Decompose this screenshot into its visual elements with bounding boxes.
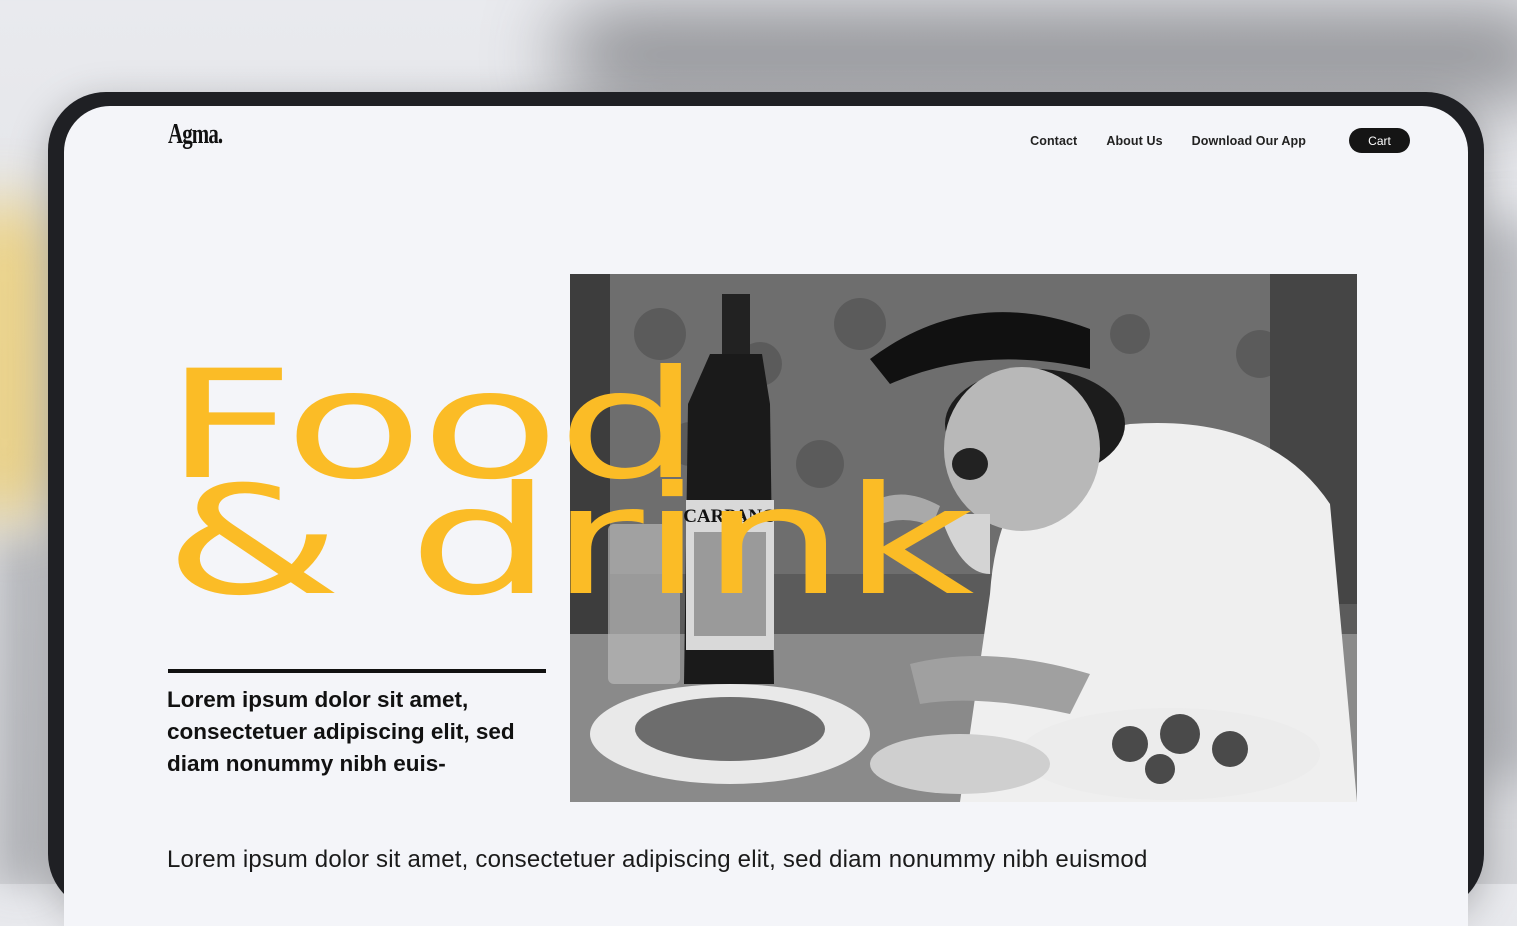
body-paragraph: Lorem ipsum dolor sit amet, consectetuer… (167, 846, 1148, 873)
device-frame: Agma. Contact About Us Download Our App … (48, 92, 1484, 926)
headline-divider (168, 669, 546, 673)
nav-link-download-app[interactable]: Download Our App (1192, 134, 1306, 148)
nav-link-contact[interactable]: Contact (1030, 134, 1077, 148)
hero-headline: Food & drink (164, 351, 974, 629)
screen: Agma. Contact About Us Download Our App … (64, 106, 1468, 926)
backdrop-accent (0, 200, 50, 520)
backdrop-accent-left (0, 540, 40, 884)
headline-line-2: & drink (164, 455, 974, 629)
brand-logo[interactable]: Agma. (168, 118, 223, 151)
backdrop-shadow (560, 10, 1517, 100)
nav-link-about-us[interactable]: About Us (1106, 134, 1162, 148)
lead-paragraph: Lorem ipsum dolor sit amet, consectetuer… (167, 687, 515, 776)
cart-button[interactable]: Cart (1349, 128, 1410, 153)
top-nav: Contact About Us Download Our App Cart (1030, 128, 1410, 153)
